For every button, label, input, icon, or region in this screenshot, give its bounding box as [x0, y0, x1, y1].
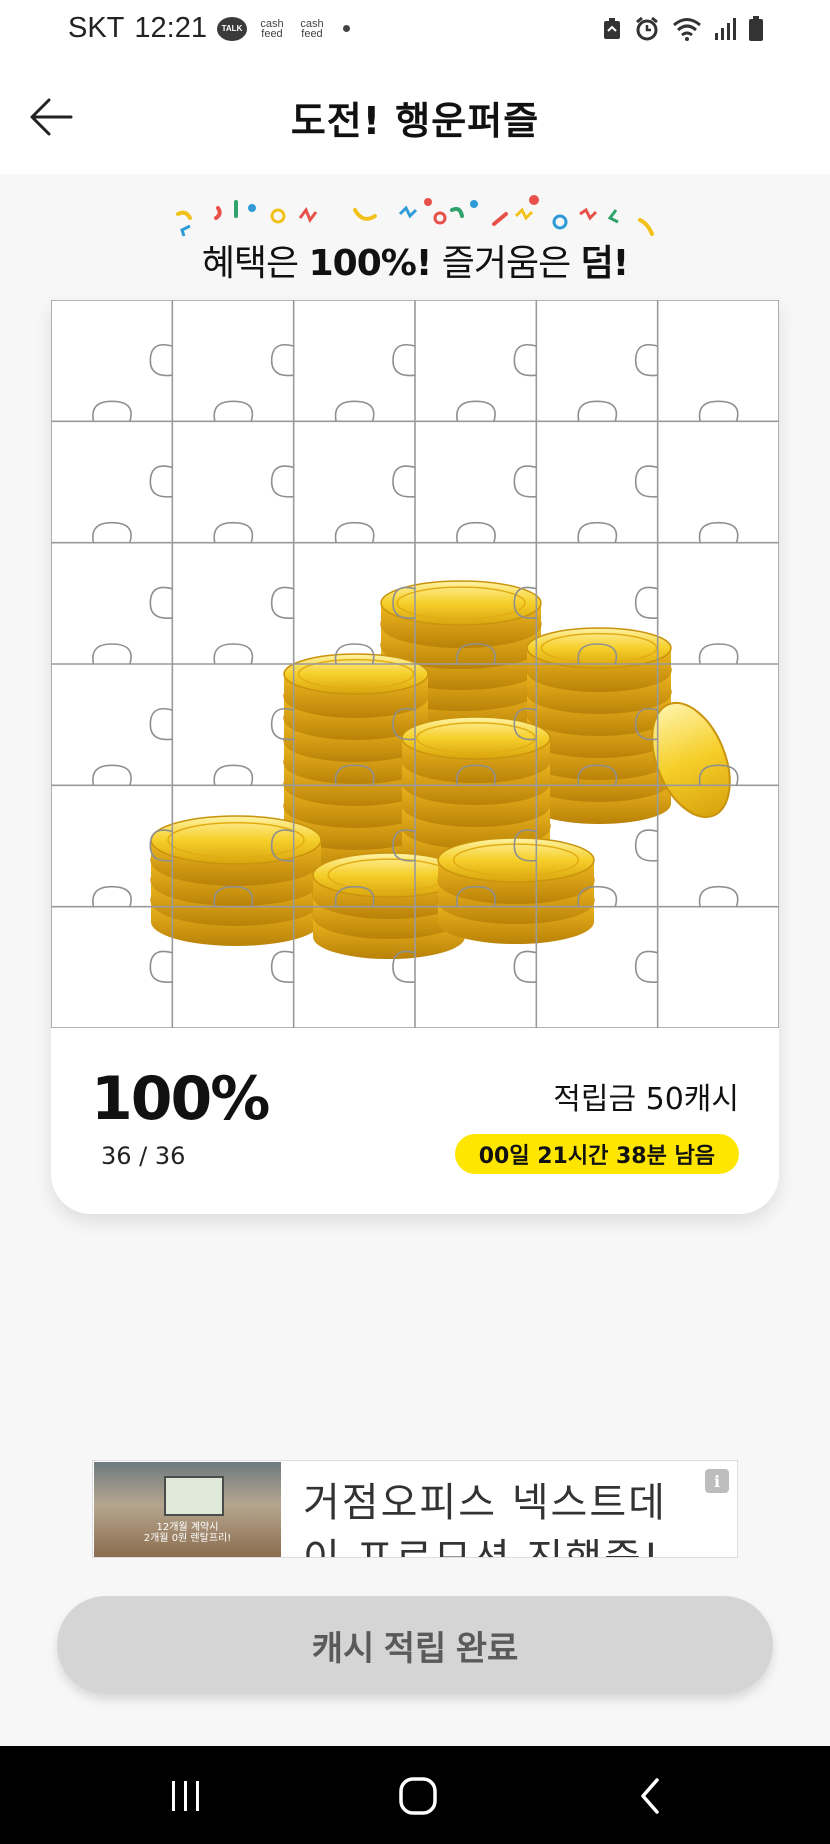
promo-banner: 혜택은 100%! 즐거움은 덤!: [150, 190, 680, 290]
progress-panel: 100% 36 / 36 적립금 50캐시 00일 21시간 38분 남음: [51, 1028, 779, 1214]
progress-count: 36 / 36: [101, 1142, 186, 1170]
cashfeed-icon: cash feed: [300, 17, 324, 40]
coin: [401, 716, 551, 783]
wifi-icon: [672, 17, 702, 41]
banner-prefix: 혜택은: [201, 243, 309, 284]
puzzle-board[interactable]: [51, 300, 779, 1028]
recent-apps-icon: [172, 1781, 199, 1811]
banner-text: 혜택은 100%! 즐거움은 덤!: [150, 234, 680, 286]
banner-bold-1: 100%!: [308, 243, 433, 284]
more-notifications-dot: [342, 25, 350, 32]
signal-icon: [714, 17, 736, 41]
ad-image-window: [164, 1476, 224, 1516]
banner-middle: 즐거움은: [431, 243, 581, 284]
puzzle-card: 100% 36 / 36 적립금 50캐시 00일 21시간 38분 남음: [51, 300, 779, 1214]
back-nav-button[interactable]: [620, 1772, 680, 1820]
recycle-icon: [602, 17, 622, 41]
status-left: SKT 12:21 TALK cash feed cash feed: [68, 12, 350, 45]
kakaotalk-icon: TALK: [216, 16, 247, 41]
home-button[interactable]: [388, 1772, 448, 1820]
ad-info-icon[interactable]: i: [705, 1469, 729, 1493]
cashfeed-icon: cash feed: [260, 17, 284, 40]
carrier-label: SKT: [68, 12, 125, 44]
back-chevron-icon: [641, 1778, 659, 1814]
page-title: 도전! 행운퍼즐: [290, 99, 540, 143]
status-right: [602, 16, 764, 42]
recent-apps-button[interactable]: [156, 1772, 216, 1820]
ad-image-caption: 12개월 계약시 2개월 0원 렌탈프리!: [94, 1522, 281, 1544]
ad-caption-line-1: 12개월 계약시: [156, 1522, 219, 1533]
time-remaining-badge: 00일 21시간 38분 남음: [454, 1134, 739, 1174]
system-nav-bar: [0, 1746, 830, 1844]
cash-complete-button[interactable]: 캐시 적립 완료: [57, 1596, 773, 1694]
app-header: 도전! 행운퍼즐: [0, 62, 830, 174]
home-icon: [399, 1777, 437, 1815]
progress-percent: 100%: [91, 1064, 270, 1134]
ad-caption-line-2: 2개월 0원 렌탈프리!: [143, 1533, 232, 1544]
alarm-icon: [634, 16, 660, 42]
coin: [150, 815, 322, 886]
status-bar: SKT 12:21 TALK cash feed cash feed: [0, 0, 830, 62]
reward-label: 적립금 50캐시: [553, 1082, 739, 1117]
clock: 12:21: [134, 12, 207, 44]
banner-bold-2: 덤!: [580, 243, 630, 284]
coin: [437, 837, 595, 904]
puzzle-image: [51, 300, 779, 1028]
battery-icon: [748, 16, 764, 42]
ad-image[interactable]: 12개월 계약시 2개월 0원 렌탈프리!: [94, 1462, 281, 1557]
ad-banner[interactable]: 12개월 계약시 2개월 0원 렌탈프리! 거점오피스 넥스트데이 프로모션 진…: [92, 1460, 738, 1558]
ad-headline[interactable]: 거점오피스 넥스트데이 프로모션 진행중!: [303, 1475, 703, 1557]
coin: [526, 627, 672, 692]
